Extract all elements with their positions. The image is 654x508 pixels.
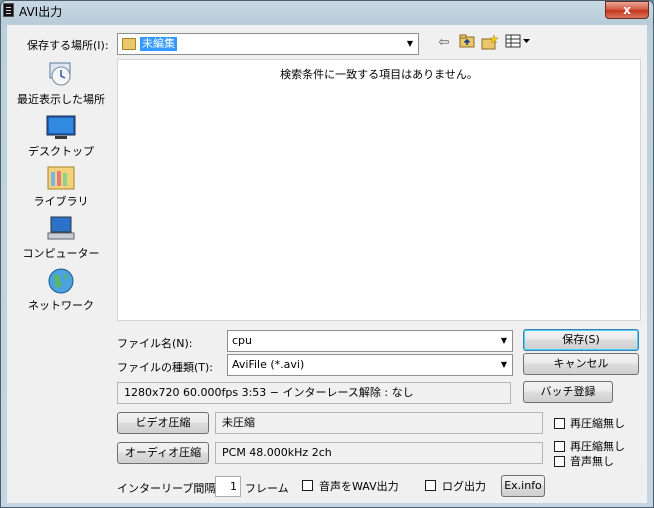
log-output-checkbox[interactable] <box>425 480 436 491</box>
filetype-value: AviFile (*.avi) <box>232 358 305 371</box>
place-libraries[interactable]: ライブラリ <box>11 163 111 209</box>
log-output-label: ログ出力 <box>442 480 486 493</box>
dialog-body: 保存する場所(I): 未編集 ▼ ⇦ 最近表示した場所 デスクトップ ライブラリ… <box>7 25 647 503</box>
place-network[interactable]: ネットワーク <box>11 267 111 313</box>
cancel-button[interactable]: キャンセル <box>523 353 639 375</box>
folder-icon <box>122 38 136 50</box>
batch-register-button[interactable]: バッチ登録 <box>523 381 613 403</box>
new-folder-icon[interactable] <box>481 34 499 52</box>
wav-output-checkbox[interactable] <box>302 480 313 491</box>
title-bar[interactable]: AVI出力 x <box>1 1 653 21</box>
save-button[interactable]: 保存(S) <box>523 329 639 351</box>
chevron-down-icon[interactable]: ▼ <box>497 356 511 374</box>
no-audio-label: 音声無し <box>570 455 614 468</box>
place-label: ネットワーク <box>28 299 94 312</box>
interleave-label: インターリーブ間隔 : <box>117 482 223 495</box>
video-compress-button[interactable]: ビデオ圧縮 <box>117 412 209 434</box>
network-icon <box>46 267 76 295</box>
chevron-down-icon[interactable]: ▼ <box>497 332 511 350</box>
film-icon <box>3 3 14 17</box>
place-desktop[interactable]: デスクトップ <box>11 113 111 159</box>
video-no-recompress-label: 再圧縮無し <box>570 417 625 430</box>
video-no-recompress-checkbox[interactable] <box>554 418 565 429</box>
filetype-combo[interactable]: AviFile (*.avi) ▼ <box>227 354 513 376</box>
recent-places-icon <box>46 61 76 89</box>
filename-combo[interactable]: cpu ▼ <box>227 330 513 352</box>
save-location-label: 保存する場所(I): <box>27 39 109 52</box>
filetype-label: ファイルの種類(T): <box>117 361 214 374</box>
video-codec: 未圧縮 <box>215 412 543 434</box>
save-location-combo[interactable]: 未編集 ▼ <box>117 33 419 55</box>
back-arrow-icon[interactable]: ⇦ <box>435 34 453 52</box>
chevron-down-icon[interactable]: ▼ <box>403 35 417 53</box>
place-label: デスクトップ <box>28 145 94 158</box>
desktop-icon <box>46 113 76 141</box>
video-info: 1280x720 60.000fps 3:53 − インターレース解除 : なし <box>117 382 511 404</box>
place-label: コンピューター <box>22 247 100 260</box>
place-computer[interactable]: コンピューター <box>11 215 111 261</box>
computer-icon <box>46 215 76 243</box>
avi-output-dialog: AVI出力 x 保存する場所(I): 未編集 ▼ ⇦ 最近表示した場所 デスクト… <box>0 0 654 508</box>
no-audio-checkbox[interactable] <box>554 456 565 467</box>
audio-compress-button[interactable]: オーディオ圧縮 <box>117 442 209 464</box>
close-button[interactable]: x <box>605 1 649 19</box>
audio-no-recompress-label: 再圧縮無し <box>570 440 625 453</box>
file-list[interactable]: 検索条件に一致する項目はありません。 <box>117 59 641 321</box>
exinfo-button[interactable]: Ex.info <box>501 475 545 497</box>
place-label: 最近表示した場所 <box>17 93 105 106</box>
filename-value: cpu <box>232 334 253 347</box>
save-location-value: 未編集 <box>140 37 177 51</box>
interleave-input[interactable]: 1 <box>215 476 241 497</box>
libraries-icon <box>46 163 76 191</box>
place-recent[interactable]: 最近表示した場所 <box>11 61 111 107</box>
audio-codec: PCM 48.000kHz 2ch <box>215 442 543 464</box>
window-title: AVI出力 <box>19 5 63 19</box>
up-folder-icon[interactable] <box>458 34 476 52</box>
view-menu-icon[interactable] <box>505 34 531 52</box>
wav-output-label: 音声をWAV出力 <box>319 480 399 493</box>
audio-no-recompress-checkbox[interactable] <box>554 441 565 452</box>
interleave-unit: フレーム <box>245 482 289 495</box>
empty-message: 検索条件に一致する項目はありません。 <box>280 68 478 81</box>
place-label: ライブラリ <box>33 195 89 208</box>
filename-label: ファイル名(N): <box>117 337 193 350</box>
